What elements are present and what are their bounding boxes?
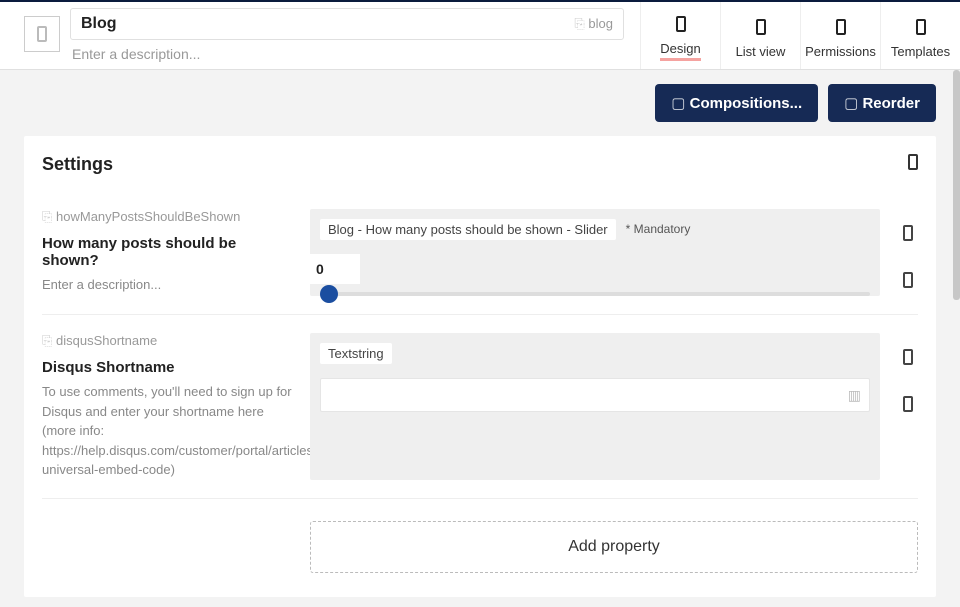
slider-track[interactable] xyxy=(320,292,870,296)
panel-title[interactable]: Settings xyxy=(42,154,908,175)
property-editor[interactable]: Blog - How many posts should be shown - … xyxy=(310,209,880,296)
delete-property-icon[interactable] xyxy=(903,272,913,291)
add-property-button[interactable]: Add property xyxy=(310,521,918,573)
slider-thumb[interactable] xyxy=(320,285,338,303)
top-bar: blog Enter a description... Design List … xyxy=(0,0,960,70)
tab-templates[interactable]: Templates xyxy=(880,2,960,69)
tab-design[interactable]: Design xyxy=(640,2,720,69)
editor-chips: Textstring xyxy=(320,343,870,364)
tab-permissions[interactable]: Permissions xyxy=(800,2,880,69)
editor-type-chip[interactable]: Blog - How many posts should be shown - … xyxy=(320,219,616,240)
property-alias[interactable]: disqusShortname xyxy=(42,333,292,349)
property-alias[interactable]: howManyPostsShouldBeShown xyxy=(42,209,292,225)
templates-icon xyxy=(916,19,926,40)
scrollbar[interactable] xyxy=(953,70,960,300)
property-meta: disqusShortname Disqus Shortname To use … xyxy=(42,333,292,480)
mandatory-chip: * Mandatory xyxy=(622,219,695,240)
property-row: howManyPostsShouldBeShown How many posts… xyxy=(42,191,918,315)
tab-label: Design xyxy=(660,41,700,61)
nav-tabs: Design List view Permissions Templates xyxy=(640,2,960,69)
tab-listview[interactable]: List view xyxy=(720,2,800,69)
property-row: disqusShortname Disqus Shortname To use … xyxy=(42,315,918,499)
delete-property-icon[interactable] xyxy=(903,396,913,415)
permissions-icon xyxy=(836,19,846,40)
property-label[interactable]: How many posts should be shown? xyxy=(42,235,292,269)
alias-label[interactable]: blog xyxy=(574,16,613,32)
panel-header: Settings xyxy=(42,136,918,191)
tab-label: List view xyxy=(736,44,786,59)
property-description[interactable]: Enter a description... xyxy=(42,275,292,295)
settings-panel: Settings howManyPostsShouldBeShown How m… xyxy=(24,136,936,597)
design-icon xyxy=(676,16,686,37)
edit-property-icon[interactable] xyxy=(903,225,913,244)
property-actions xyxy=(898,333,918,480)
textstring-input[interactable]: ▥ xyxy=(320,378,870,412)
input-lock-icon: ▥ xyxy=(848,387,861,404)
editor-chips: Blog - How many posts should be shown - … xyxy=(320,219,870,240)
property-label[interactable]: Disqus Shortname xyxy=(42,359,292,376)
title-block: blog Enter a description... xyxy=(70,2,624,69)
property-description[interactable]: To use comments, you'll need to sign up … xyxy=(42,382,292,480)
description-input[interactable]: Enter a description... xyxy=(70,40,624,62)
compositions-button[interactable]: Compositions... xyxy=(655,84,818,122)
property-actions xyxy=(898,209,918,296)
toolbar: Compositions... Reorder xyxy=(0,70,960,136)
property-editor[interactable]: Textstring ▥ xyxy=(310,333,880,480)
doctype-icon[interactable] xyxy=(24,16,60,52)
title-input[interactable] xyxy=(81,15,574,33)
tab-label: Templates xyxy=(891,44,950,59)
slider-value: 0 xyxy=(310,254,360,284)
panel-menu-icon[interactable] xyxy=(908,154,918,175)
listview-icon xyxy=(756,19,766,40)
tab-label: Permissions xyxy=(805,44,876,59)
edit-property-icon[interactable] xyxy=(903,349,913,368)
phone-icon xyxy=(37,26,47,42)
title-row: blog xyxy=(70,8,624,40)
property-meta: howManyPostsShouldBeShown How many posts… xyxy=(42,209,292,296)
editor-type-chip[interactable]: Textstring xyxy=(320,343,392,364)
reorder-button[interactable]: Reorder xyxy=(828,84,936,122)
